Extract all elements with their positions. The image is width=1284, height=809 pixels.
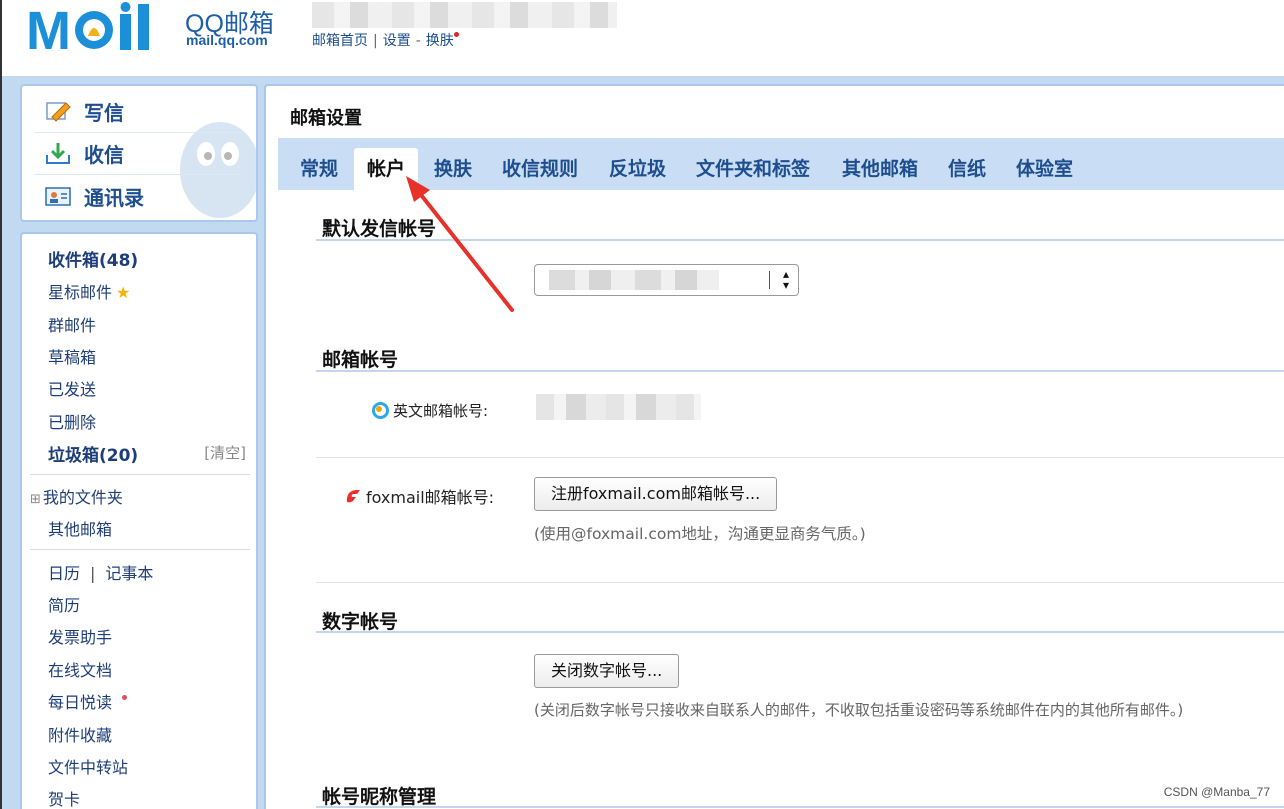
- penguin-watermark-icon: [180, 122, 256, 218]
- tool-separator: |: [90, 564, 96, 583]
- star-icon: ★: [116, 283, 131, 302]
- folder-sent[interactable]: 已发送: [48, 376, 96, 400]
- folder-group[interactable]: 群邮件: [48, 312, 96, 336]
- calendar-notes-row: 日历 | 记事本: [48, 560, 153, 584]
- tool-invoice[interactable]: 发票助手: [48, 624, 112, 648]
- tool-calendar[interactable]: 日历: [48, 564, 80, 583]
- notification-dot: [453, 32, 459, 37]
- mailbox-account-title: 邮箱帐号: [322, 349, 399, 371]
- folder-inbox[interactable]: 收件箱(48): [48, 246, 138, 271]
- section-divider: [316, 806, 1284, 808]
- compose-label: 写信: [84, 100, 124, 125]
- english-account-row: 英文邮箱帐号:: [372, 400, 488, 421]
- default-sender-select[interactable]: ▴ ▾: [534, 264, 799, 296]
- folder-other-mail[interactable]: 其他邮箱: [48, 516, 112, 540]
- folder-spam[interactable]: 垃圾箱(20): [48, 441, 138, 466]
- foxmail-account-label: foxmail邮箱帐号:: [366, 488, 495, 507]
- page-title: 邮箱设置: [290, 108, 362, 129]
- digital-account-hint: (关闭后数字帐号只接收来自联系人的邮件，不收取包括重设密码等系统邮件在内的其他所…: [534, 701, 1184, 719]
- foxmail-account-row: foxmail邮箱帐号:: [344, 484, 494, 508]
- nickname-management-title: 帐号昵称管理: [322, 786, 437, 808]
- tab-general[interactable]: 常规: [300, 148, 338, 190]
- nav-skin[interactable]: 换肤: [426, 30, 454, 50]
- receive-button[interactable]: 收信: [44, 136, 124, 170]
- foxmail-hint: (使用@foxmail.com地址，沟通更显商务气质。): [534, 525, 866, 543]
- contacts-label: 通讯录: [84, 185, 144, 210]
- tool-attachments[interactable]: 附件收藏: [48, 722, 112, 746]
- qq-account-icon: [372, 402, 389, 419]
- contacts-button[interactable]: 通讯录: [44, 179, 144, 213]
- row-divider: [316, 582, 1284, 583]
- contacts-icon: [45, 187, 71, 206]
- command-panel: 写信 收信 通讯录: [20, 84, 258, 222]
- tool-cards[interactable]: 贺卡: [48, 786, 80, 809]
- tool-docs[interactable]: 在线文档: [48, 657, 112, 681]
- my-folders-item[interactable]: ⊞ 我的文件夹: [30, 484, 123, 508]
- folder-panel: 收件箱(48) 星标邮件 ★ 群邮件 草稿箱 已发送 已删除 垃圾箱(20) [清…: [20, 232, 258, 809]
- receive-label: 收信: [84, 142, 124, 167]
- tool-transfer[interactable]: 文件中转站: [48, 754, 128, 778]
- blurred-sender-value: [549, 270, 719, 290]
- pencil-icon: [46, 102, 71, 122]
- brand-url: mail.qq.com: [186, 32, 268, 48]
- annotation-arrow-icon: [406, 176, 514, 312]
- section-divider: [316, 370, 1284, 372]
- tool-daily-reading[interactable]: 每日悦读: [48, 689, 128, 713]
- qq-mail-logo[interactable]: M: [26, 2, 176, 54]
- top-nav: 邮箱首页 | 设置 - 换肤: [312, 30, 459, 50]
- csdn-watermark: CSDN @Manba_77: [1163, 785, 1270, 799]
- register-foxmail-button[interactable]: 注册foxmail.com邮箱帐号...: [534, 477, 778, 511]
- tab-folders-labels[interactable]: 文件夹和标签: [696, 148, 810, 190]
- header: M QQ邮箱 mail.qq.com 邮箱首页 | 设置 - 换肤: [2, 0, 1284, 76]
- my-folders-label: 我的文件夹: [42, 488, 123, 507]
- folder-divider: [30, 474, 250, 475]
- daily-reading-dot: [122, 695, 128, 700]
- nav-settings[interactable]: 设置: [383, 30, 411, 50]
- tool-notes[interactable]: 记事本: [105, 564, 153, 583]
- inbox-download-icon: [46, 143, 70, 164]
- blurred-english-account: [536, 394, 701, 420]
- folder-drafts[interactable]: 草稿箱: [48, 344, 96, 368]
- close-digital-account-button[interactable]: 关闭数字帐号...: [534, 654, 680, 688]
- digital-account-title: 数字帐号: [322, 611, 399, 633]
- tools-divider: [30, 549, 250, 550]
- section-divider: [316, 631, 1284, 633]
- folder-starred-label: 星标邮件: [48, 283, 113, 302]
- row-divider: [316, 457, 1284, 458]
- select-arrows-icon: ▴ ▾: [782, 267, 789, 292]
- tab-other-mailbox[interactable]: 其他邮箱: [842, 148, 918, 190]
- compose-button[interactable]: 写信: [44, 94, 124, 128]
- tab-anti-spam[interactable]: 反垃圾: [609, 148, 666, 190]
- folder-starred[interactable]: 星标邮件 ★: [48, 279, 130, 303]
- folder-deleted[interactable]: 已删除: [48, 409, 96, 433]
- svg-text:M: M: [26, 2, 69, 54]
- tool-resume[interactable]: 简历: [48, 592, 80, 616]
- tab-lab[interactable]: 体验室: [1016, 148, 1073, 190]
- blurred-username: [312, 2, 617, 28]
- daily-reading-label: 每日悦读: [48, 693, 113, 712]
- spam-clear-link[interactable]: [清空]: [204, 442, 246, 463]
- english-account-label: 英文邮箱帐号:: [393, 402, 489, 420]
- foxmail-icon: [346, 490, 360, 503]
- nav-mail-home[interactable]: 邮箱首页: [312, 30, 368, 50]
- tab-stationery[interactable]: 信纸: [948, 148, 986, 190]
- expand-toggle-icon[interactable]: ⊞: [30, 492, 41, 507]
